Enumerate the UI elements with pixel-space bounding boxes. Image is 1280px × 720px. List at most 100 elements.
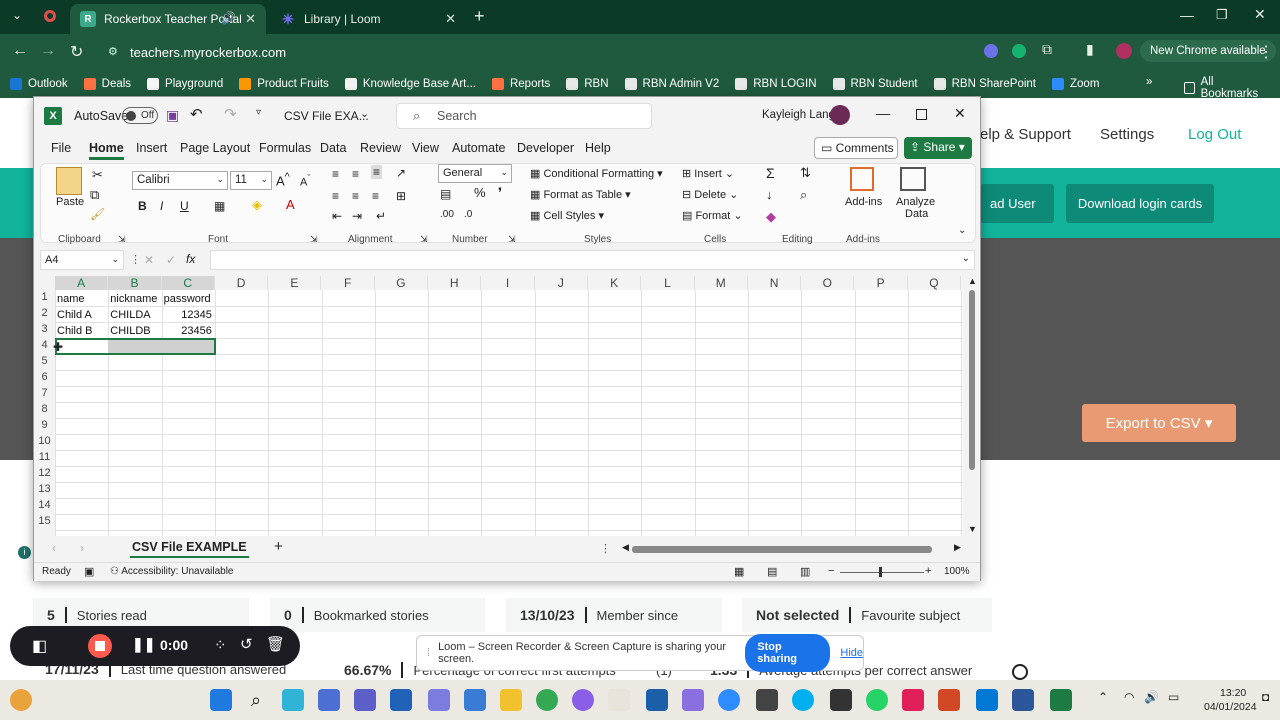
row-header[interactable]: 5 — [34, 355, 55, 371]
row-header[interactable]: 7 — [34, 387, 55, 403]
powerpoint-icon[interactable] — [938, 689, 960, 711]
add-sheet-button[interactable]: + — [274, 538, 283, 555]
app-icon[interactable] — [282, 689, 304, 711]
column-header[interactable]: J — [535, 276, 588, 290]
slack-icon[interactable] — [902, 689, 924, 711]
find-select-icon[interactable]: ⌕ — [800, 187, 807, 203]
save-icon[interactable]: ▣ — [166, 107, 179, 124]
maximize-button[interactable] — [916, 109, 927, 120]
cell[interactable]: 23456 — [164, 323, 212, 339]
audio-icon[interactable]: 🔊 — [221, 11, 236, 25]
zoom-level[interactable]: 100% — [944, 566, 970, 577]
fill-color-icon[interactable]: ◈ — [252, 197, 262, 213]
tab-search-icon[interactable]: ⌄ — [12, 8, 22, 22]
cell[interactable]: password — [164, 291, 212, 307]
sort-filter-icon[interactable]: ⇅ — [800, 165, 811, 181]
volume-icon[interactable]: 🔊 — [1144, 690, 1159, 704]
minimize-button[interactable]: — — [1180, 7, 1194, 23]
bookmark-rbn-sharepoint[interactable]: RBN SharePoint — [933, 78, 1036, 90]
decrease-indent-icon[interactable]: ⇤ — [332, 209, 342, 223]
outlook-icon[interactable] — [976, 689, 998, 711]
page-break-view-icon[interactable]: ▥ — [800, 565, 810, 578]
bookmark-deals[interactable]: Deals — [83, 78, 131, 90]
download-login-cards-button[interactable]: Download login cards — [1066, 184, 1214, 223]
start-icon[interactable] — [210, 689, 232, 711]
grammarly-icon[interactable] — [1012, 44, 1026, 58]
widgets-icon[interactable] — [10, 689, 32, 711]
horizontal-scroll-thumb[interactable] — [632, 546, 932, 553]
column-header[interactable]: H — [428, 276, 482, 290]
close-icon[interactable]: ✕ — [445, 11, 456, 27]
column-header[interactable]: N — [748, 276, 802, 290]
row-header[interactable]: 14 — [34, 499, 55, 515]
cell-styles-button[interactable]: ▦ Cell Styles ▾ — [530, 209, 604, 222]
bookmark-rbn-admin[interactable]: RBN Admin V2 — [624, 78, 719, 90]
bookmark-rbn[interactable]: RBN — [566, 78, 609, 90]
address-bar[interactable]: ⚙ teachers.myrockerbox.com — [98, 41, 973, 65]
wifi-icon[interactable]: ◠ — [1124, 690, 1134, 704]
italic-button[interactable]: I — [160, 199, 163, 213]
wrap-text-icon[interactable]: ↵ — [376, 209, 386, 223]
nav-help-support[interactable]: elp & Support — [980, 126, 1071, 143]
nav-log-out[interactable]: Log Out — [1188, 126, 1241, 143]
font-name-select[interactable]: Calibri ⌄ — [132, 171, 228, 190]
chrome-icon[interactable] — [536, 689, 558, 711]
column-header[interactable]: Q — [908, 276, 962, 290]
align-right-icon[interactable]: ≡ — [372, 189, 379, 203]
excel-icon[interactable] — [1050, 689, 1072, 711]
normal-view-icon[interactable]: ▦ — [734, 565, 744, 578]
row-header[interactable]: 15 — [34, 515, 55, 531]
row-header[interactable]: 3 — [34, 323, 55, 339]
bookmark-knowledge-base[interactable]: Knowledge Base Art... — [344, 78, 476, 90]
dialog-launcher-icon[interactable]: ⇲ — [508, 234, 516, 245]
app-icon[interactable] — [830, 689, 852, 711]
app-icon[interactable] — [572, 689, 594, 711]
chevron-down-icon[interactable]: ⌄ — [360, 107, 369, 120]
scroll-up-icon[interactable]: ▲ — [968, 276, 977, 286]
row-header[interactable]: 13 — [34, 483, 55, 499]
dialog-launcher-icon[interactable]: ⇲ — [310, 234, 318, 245]
underline-button[interactable]: U — [180, 199, 189, 213]
delete-cells-button[interactable]: ⊟ Delete ⌄ — [682, 188, 738, 201]
scroll-left-icon[interactable]: ◀ — [622, 542, 629, 553]
menu-icon[interactable]: ⋮ — [1258, 42, 1274, 62]
macro-record-icon[interactable]: ▣ — [84, 565, 94, 578]
increase-decimal-icon[interactable]: .00 — [440, 209, 454, 220]
cut-icon[interactable]: ✂ — [92, 167, 103, 183]
copy-icon[interactable]: ⧉ — [90, 187, 99, 203]
whatsapp-icon[interactable] — [866, 689, 888, 711]
decrease-decimal-icon[interactable]: .0 — [464, 209, 472, 220]
format-painter-icon[interactable]: 🖌 — [90, 207, 105, 221]
align-center-icon[interactable]: ≡ — [352, 189, 359, 203]
close-window-button[interactable]: ✕ — [1254, 6, 1266, 23]
align-middle-icon[interactable]: ≡ — [352, 167, 359, 181]
bookmark-rbn-login[interactable]: RBN LOGIN — [735, 78, 817, 90]
paste-icon[interactable] — [56, 167, 82, 195]
new-tab-button[interactable]: + — [474, 6, 485, 27]
cell[interactable]: CHILDB — [110, 323, 158, 339]
bookmark-playground[interactable]: Playground — [147, 78, 223, 90]
clear-icon[interactable]: ◆ — [766, 209, 776, 225]
decrease-font-icon[interactable]: Aˇ — [300, 173, 310, 189]
formula-input[interactable]: ⌄ — [210, 250, 975, 270]
column-header[interactable]: L — [641, 276, 695, 290]
tab-view[interactable]: View — [412, 141, 439, 155]
analyze-data-icon[interactable] — [900, 167, 926, 191]
scroll-right-icon[interactable]: ▶ — [954, 542, 961, 553]
stop-sharing-button[interactable]: Stop sharing — [745, 634, 831, 672]
site-info-icon[interactable]: ⚙ — [108, 45, 118, 58]
bookmark-zoom[interactable]: Zoom — [1052, 78, 1099, 90]
pause-icon[interactable]: ❚❚ — [132, 636, 155, 653]
row-header[interactable]: 6 — [34, 371, 55, 387]
name-box[interactable]: A4 ⌄ — [40, 250, 124, 270]
row-header[interactable]: 2 — [34, 307, 55, 323]
tab-developer[interactable]: Developer — [517, 141, 574, 155]
restart-icon[interactable]: ↺ — [240, 635, 253, 653]
conditional-formatting-button[interactable]: ▦ Conditional Formatting ▾ — [530, 167, 663, 180]
bookmarks-overflow-icon[interactable]: » — [1146, 76, 1152, 88]
nav-settings[interactable]: Settings — [1100, 126, 1154, 143]
back-icon[interactable]: ← — [12, 42, 28, 60]
tab-help[interactable]: Help — [585, 141, 611, 155]
drawing-icon[interactable]: ⁘ — [214, 636, 227, 654]
skype-icon[interactable] — [792, 689, 814, 711]
